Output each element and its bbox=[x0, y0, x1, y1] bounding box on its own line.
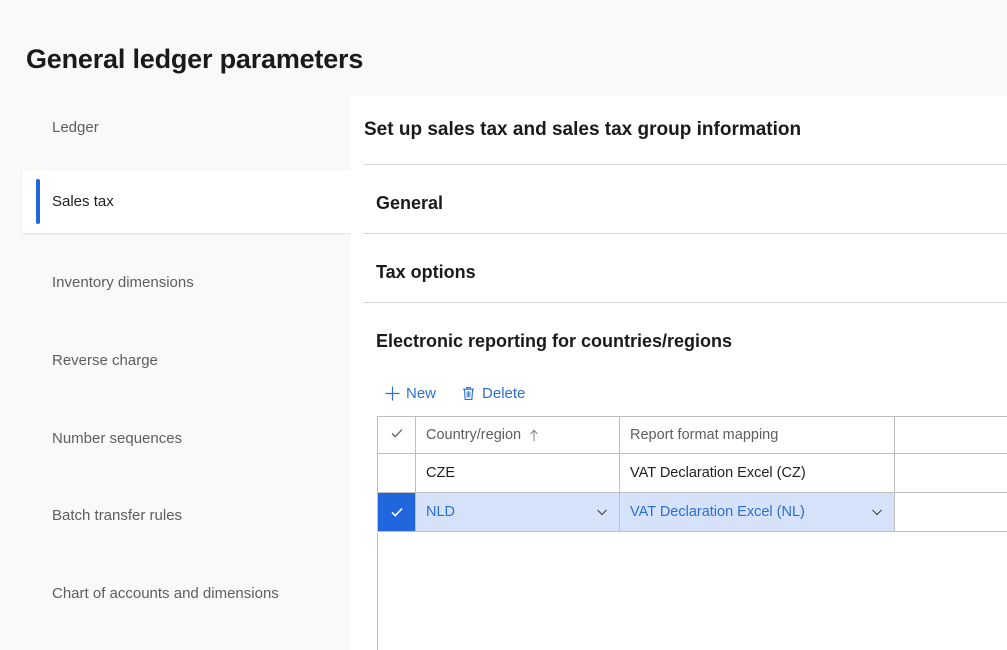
checkmark-icon bbox=[389, 504, 405, 520]
sidebar-item-chart-of-accounts-and-dimensions[interactable]: Chart of accounts and dimensions bbox=[0, 562, 351, 625]
grid-empty-area bbox=[377, 533, 1007, 650]
sidebar-item-batch-transfer-rules[interactable]: Batch transfer rules bbox=[0, 484, 351, 547]
sidebar-item-label: Number sequences bbox=[52, 430, 183, 447]
chevron-down-icon[interactable] bbox=[595, 505, 609, 519]
column-header-label: Country/region bbox=[426, 427, 522, 443]
cell-filler bbox=[895, 493, 1007, 531]
table-row[interactable]: CZE VAT Declaration Excel (CZ) bbox=[377, 454, 1007, 493]
section-header-tax-options[interactable]: Tax options bbox=[376, 262, 476, 283]
column-header-report-format-mapping[interactable]: Report format mapping bbox=[620, 417, 895, 453]
cell-filler bbox=[895, 454, 1007, 492]
sidebar-item-label: Chart of accounts and dimensions bbox=[52, 585, 279, 602]
column-header-country-region[interactable]: Country/region bbox=[416, 417, 620, 453]
section-divider bbox=[363, 302, 1007, 303]
chevron-down-icon[interactable] bbox=[870, 505, 884, 519]
sidebar-item-inventory-dimensions[interactable]: Inventory dimensions bbox=[0, 251, 351, 314]
sidebar-item-label: Reverse charge bbox=[52, 352, 158, 369]
page-title: General ledger parameters bbox=[26, 44, 364, 74]
main-header-title: Set up sales tax and sales tax group inf… bbox=[364, 119, 802, 140]
checkmark-icon bbox=[389, 425, 405, 445]
select-all-checkbox[interactable] bbox=[377, 417, 416, 453]
sidebar: Ledger Sales tax Inventory dimensions Re… bbox=[0, 96, 351, 650]
table-row[interactable]: NLD VAT Declaration Excel (NL) bbox=[377, 493, 1007, 532]
row-select-checkbox[interactable] bbox=[377, 493, 416, 531]
sidebar-item-ledger[interactable]: Ledger bbox=[0, 96, 351, 159]
column-header-label: Report format mapping bbox=[630, 427, 779, 443]
electronic-reporting-grid: Country/region Report format mapping CZE… bbox=[377, 416, 1007, 532]
sidebar-item-number-sequences[interactable]: Number sequences bbox=[0, 407, 351, 470]
column-header-filler bbox=[895, 417, 1007, 453]
cell-report-format-mapping[interactable]: VAT Declaration Excel (CZ) bbox=[620, 454, 895, 492]
section-divider bbox=[363, 233, 1007, 234]
cell-value: CZE bbox=[426, 465, 455, 481]
new-button[interactable]: New bbox=[382, 383, 438, 404]
arrow-up-icon bbox=[529, 428, 539, 442]
trash-icon bbox=[460, 385, 477, 402]
cell-value: NLD bbox=[426, 504, 456, 520]
cell-value: VAT Declaration Excel (CZ) bbox=[630, 465, 806, 481]
delete-button[interactable]: Delete bbox=[458, 383, 527, 404]
grid-toolbar: New Delete bbox=[382, 383, 527, 404]
new-button-label: New bbox=[406, 385, 437, 402]
sidebar-item-label: Inventory dimensions bbox=[52, 274, 194, 291]
selection-accent-bar bbox=[36, 179, 40, 224]
section-divider bbox=[363, 164, 1007, 165]
sidebar-item-label: Batch transfer rules bbox=[52, 507, 183, 524]
row-select-checkbox[interactable] bbox=[377, 454, 416, 492]
sidebar-item-reverse-charge[interactable]: Reverse charge bbox=[0, 329, 351, 392]
section-header-electronic-reporting[interactable]: Electronic reporting for countries/regio… bbox=[376, 331, 732, 352]
grid-header-row: Country/region Report format mapping bbox=[377, 416, 1007, 454]
section-header-general[interactable]: General bbox=[376, 193, 443, 214]
main-header: Set up sales tax and sales tax group inf… bbox=[351, 96, 1007, 164]
cell-value: VAT Declaration Excel (NL) bbox=[630, 504, 805, 520]
plus-icon bbox=[384, 385, 401, 402]
cell-country-region[interactable]: NLD bbox=[416, 493, 620, 531]
cell-country-region[interactable]: CZE bbox=[416, 454, 620, 492]
delete-button-label: Delete bbox=[482, 385, 526, 402]
sidebar-item-sales-tax[interactable]: Sales tax bbox=[22, 170, 351, 233]
cell-report-format-mapping[interactable]: VAT Declaration Excel (NL) bbox=[620, 493, 895, 531]
sidebar-item-label: Ledger bbox=[52, 119, 99, 136]
